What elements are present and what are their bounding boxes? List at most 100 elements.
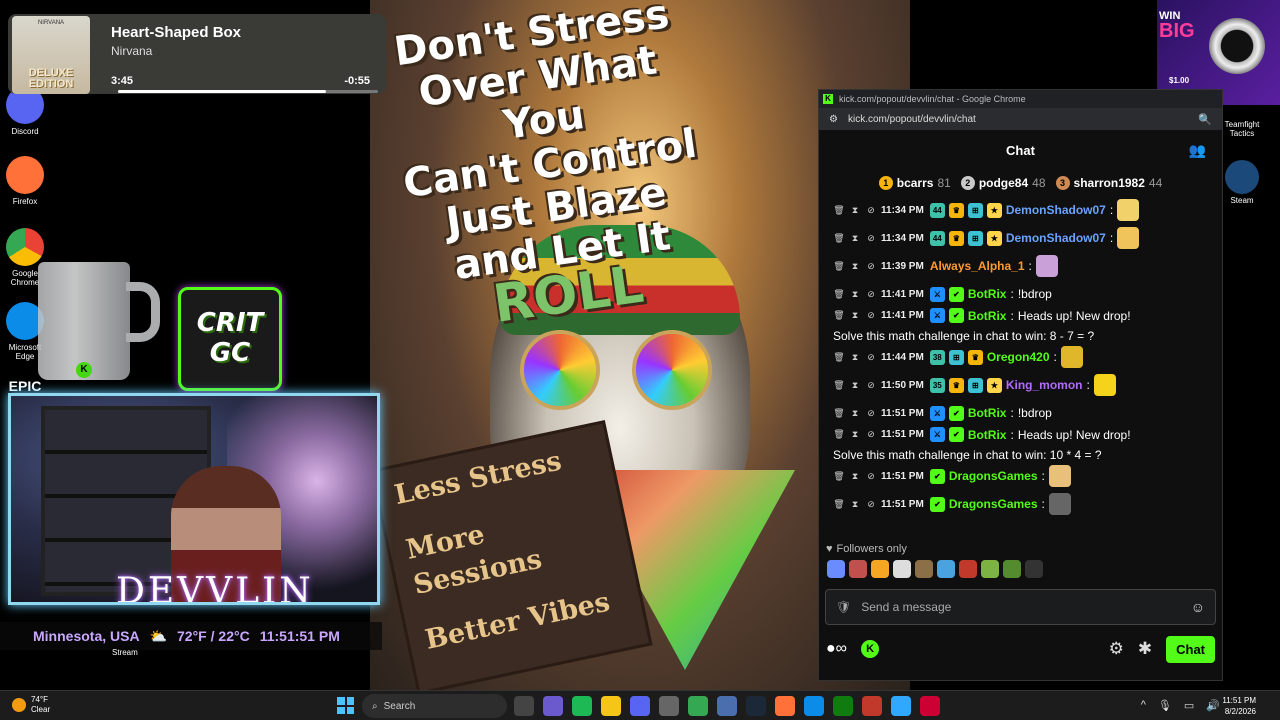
chat-username[interactable]: Always_Alpha_1 [930,259,1025,273]
taskbar-app-icon[interactable] [514,696,534,716]
chat-username[interactable]: BotRix [968,406,1007,420]
quick-emote[interactable] [849,560,867,578]
timeout-icon[interactable]: ⧗ [849,408,861,419]
taskbar-app-icon[interactable] [717,696,737,716]
trash-icon[interactable]: 🗑 [833,499,845,510]
tray-chevron-icon[interactable]: ^ [1141,699,1146,712]
taskbar-app-icon[interactable] [804,696,824,716]
taskbar-app-icon[interactable] [862,696,882,716]
taskbar-weather[interactable]: 74°F Clear [12,695,50,715]
trash-icon[interactable]: 🗑 [833,233,845,244]
start-button[interactable] [337,697,354,714]
timeout-icon[interactable]: ⧗ [849,310,861,321]
leaderboard-entry[interactable]: 1 bcarrs 81 [878,176,951,190]
taskbar-app-icon[interactable] [659,696,679,716]
ban-icon[interactable]: ⊘ [865,310,877,321]
chat-username[interactable]: King_momon [1006,378,1083,392]
window-titlebar[interactable]: K kick.com/popout/devvlin/chat - Google … [819,90,1222,108]
chat-message[interactable]: 🗑 ⧗ ⊘ 11:34 PM 44 ♛ ⊞ ★ DemonShadow07: [833,196,1208,224]
message-input[interactable]: 🛡 Send a message ☺ [825,589,1216,625]
taskbar-app-icon[interactable] [688,696,708,716]
timeout-icon[interactable]: ⧗ [849,289,861,300]
chat-message[interactable]: 🗑 ⧗ ⊘ 11:51 PM ⚔ ✔ BotRix: Heads up! New dro… [833,427,1208,462]
trash-icon[interactable]: 🗑 [833,205,845,216]
timeout-icon[interactable]: ⧗ [849,261,861,272]
infinity-icon[interactable]: ●∞ [826,640,847,658]
volume-icon[interactable]: 🔊 [1206,699,1220,712]
trash-icon[interactable]: 🗑 [833,310,845,321]
chat-username[interactable]: DragonsGames [949,497,1038,511]
ban-icon[interactable]: ⊘ [865,352,877,363]
kick-points-icon[interactable]: K [861,640,880,658]
quick-emote[interactable] [871,560,889,578]
chat-message[interactable]: 🗑 ⧗ ⊘ 11:39 PM Always_Alpha_1: [833,252,1208,280]
chat-username[interactable]: BotRix [968,287,1007,301]
ban-icon[interactable]: ⊘ [865,429,877,440]
timeout-icon[interactable]: ⧗ [849,499,861,510]
users-icon[interactable]: 👥 [1189,142,1206,159]
ban-icon[interactable]: ⊘ [865,380,877,391]
recent-emotes[interactable] [819,557,1222,583]
quick-emote[interactable] [893,560,911,578]
taskbar-app-icon[interactable] [891,696,911,716]
taskbar-app-icon[interactable] [920,696,940,716]
trash-icon[interactable]: 🗑 [833,380,845,391]
quick-emote[interactable] [937,560,955,578]
chat-username[interactable]: BotRix [968,309,1007,323]
chat-send-button[interactable]: Chat [1166,635,1215,663]
timeout-icon[interactable]: ⧗ [849,233,861,244]
taskbar-clock[interactable]: 11:51 PM 8/2/2026 [1222,695,1256,717]
trash-icon[interactable]: 🗑 [833,289,845,300]
address-bar[interactable]: ⚙ kick.com/popout/devvlin/chat 🔍 [819,108,1222,130]
trash-icon[interactable]: 🗑 [833,471,845,482]
leaderboard-entry[interactable]: 2 podge84 48 [960,176,1046,190]
quick-emote[interactable] [959,560,977,578]
now-playing-widget[interactable]: NIRVANA DELUXE EDITION Heart-Shaped Box … [8,14,386,94]
zoom-icon[interactable]: 🔍 [1198,113,1212,126]
quick-emote[interactable] [827,560,845,578]
taskbar-app-icon[interactable] [833,696,853,716]
leaderboard-entry[interactable]: 3 sharron1982 44 [1055,176,1162,190]
taskbar-app-icon[interactable] [746,696,766,716]
emoji-picker-icon[interactable]: ☺ [1191,599,1205,615]
quick-emote[interactable] [915,560,933,578]
trash-icon[interactable]: 🗑 [833,261,845,272]
ban-icon[interactable]: ⊘ [865,205,877,216]
chrome-window[interactable]: K kick.com/popout/devvlin/chat - Google … [818,89,1223,681]
extension-icon[interactable]: ✱ [1138,639,1152,659]
ban-icon[interactable]: ⊘ [865,471,877,482]
taskbar-search[interactable]: ⌕ Search [362,694,507,718]
quick-emote[interactable] [981,560,999,578]
chat-username[interactable]: BotRix [968,428,1007,442]
trash-icon[interactable]: 🗑 [833,352,845,363]
site-info-icon[interactable]: ⚙ [829,114,838,125]
chat-username[interactable]: Oregon420 [987,350,1050,364]
track-progress-bar[interactable] [118,90,378,93]
chat-message[interactable]: 🗑 ⧗ ⊘ 11:44 PM 38 ⊞ ♛ Oregon420: [833,343,1208,371]
taskbar-app-icon[interactable] [543,696,563,716]
trash-icon[interactable]: 🗑 [833,408,845,419]
quick-emote[interactable] [1003,560,1021,578]
chat-message[interactable]: 🗑 ⧗ ⊘ 11:41 PM ⚔ ✔ BotRix: Heads up! New dro… [833,308,1208,343]
ban-icon[interactable]: ⊘ [865,261,877,272]
ban-icon[interactable]: ⊘ [865,499,877,510]
chat-message[interactable]: 🗑 ⧗ ⊘ 11:51 PM ⚔ ✔ BotRix: !bdrop [833,399,1208,427]
message-placeholder[interactable]: Send a message [861,600,951,614]
chat-message[interactable]: 🗑 ⧗ ⊘ 11:51 PM ✔ DragonsGames: [833,462,1208,490]
taskbar-app-icon[interactable] [775,696,795,716]
url-text[interactable]: kick.com/popout/devvlin/chat [848,114,976,125]
chat-message[interactable]: 🗑 ⧗ ⊘ 11:51 PM ✔ DragonsGames: [833,490,1208,518]
chat-username[interactable]: DemonShadow07 [1006,203,1106,217]
chat-username[interactable]: DragonsGames [949,469,1038,483]
network-icon[interactable]: ▭ [1184,699,1194,712]
taskbar-app-icon[interactable] [601,696,621,716]
taskbar-app-icon[interactable] [630,696,650,716]
chat-username[interactable]: DemonShadow07 [1006,231,1106,245]
trash-icon[interactable]: 🗑 [833,429,845,440]
timeout-icon[interactable]: ⧗ [849,205,861,216]
system-tray[interactable]: ^ 🎙 ▭ 🔊 [1141,699,1220,712]
ban-icon[interactable]: ⊘ [865,408,877,419]
microphone-icon[interactable]: 🎙 [1158,699,1172,712]
chat-messages[interactable]: 🗑 ⧗ ⊘ 11:34 PM 44 ♛ ⊞ ★ DemonShadow07: 🗑 ⧗ ⊘ 1… [819,196,1222,541]
ban-icon[interactable]: ⊘ [865,289,877,300]
